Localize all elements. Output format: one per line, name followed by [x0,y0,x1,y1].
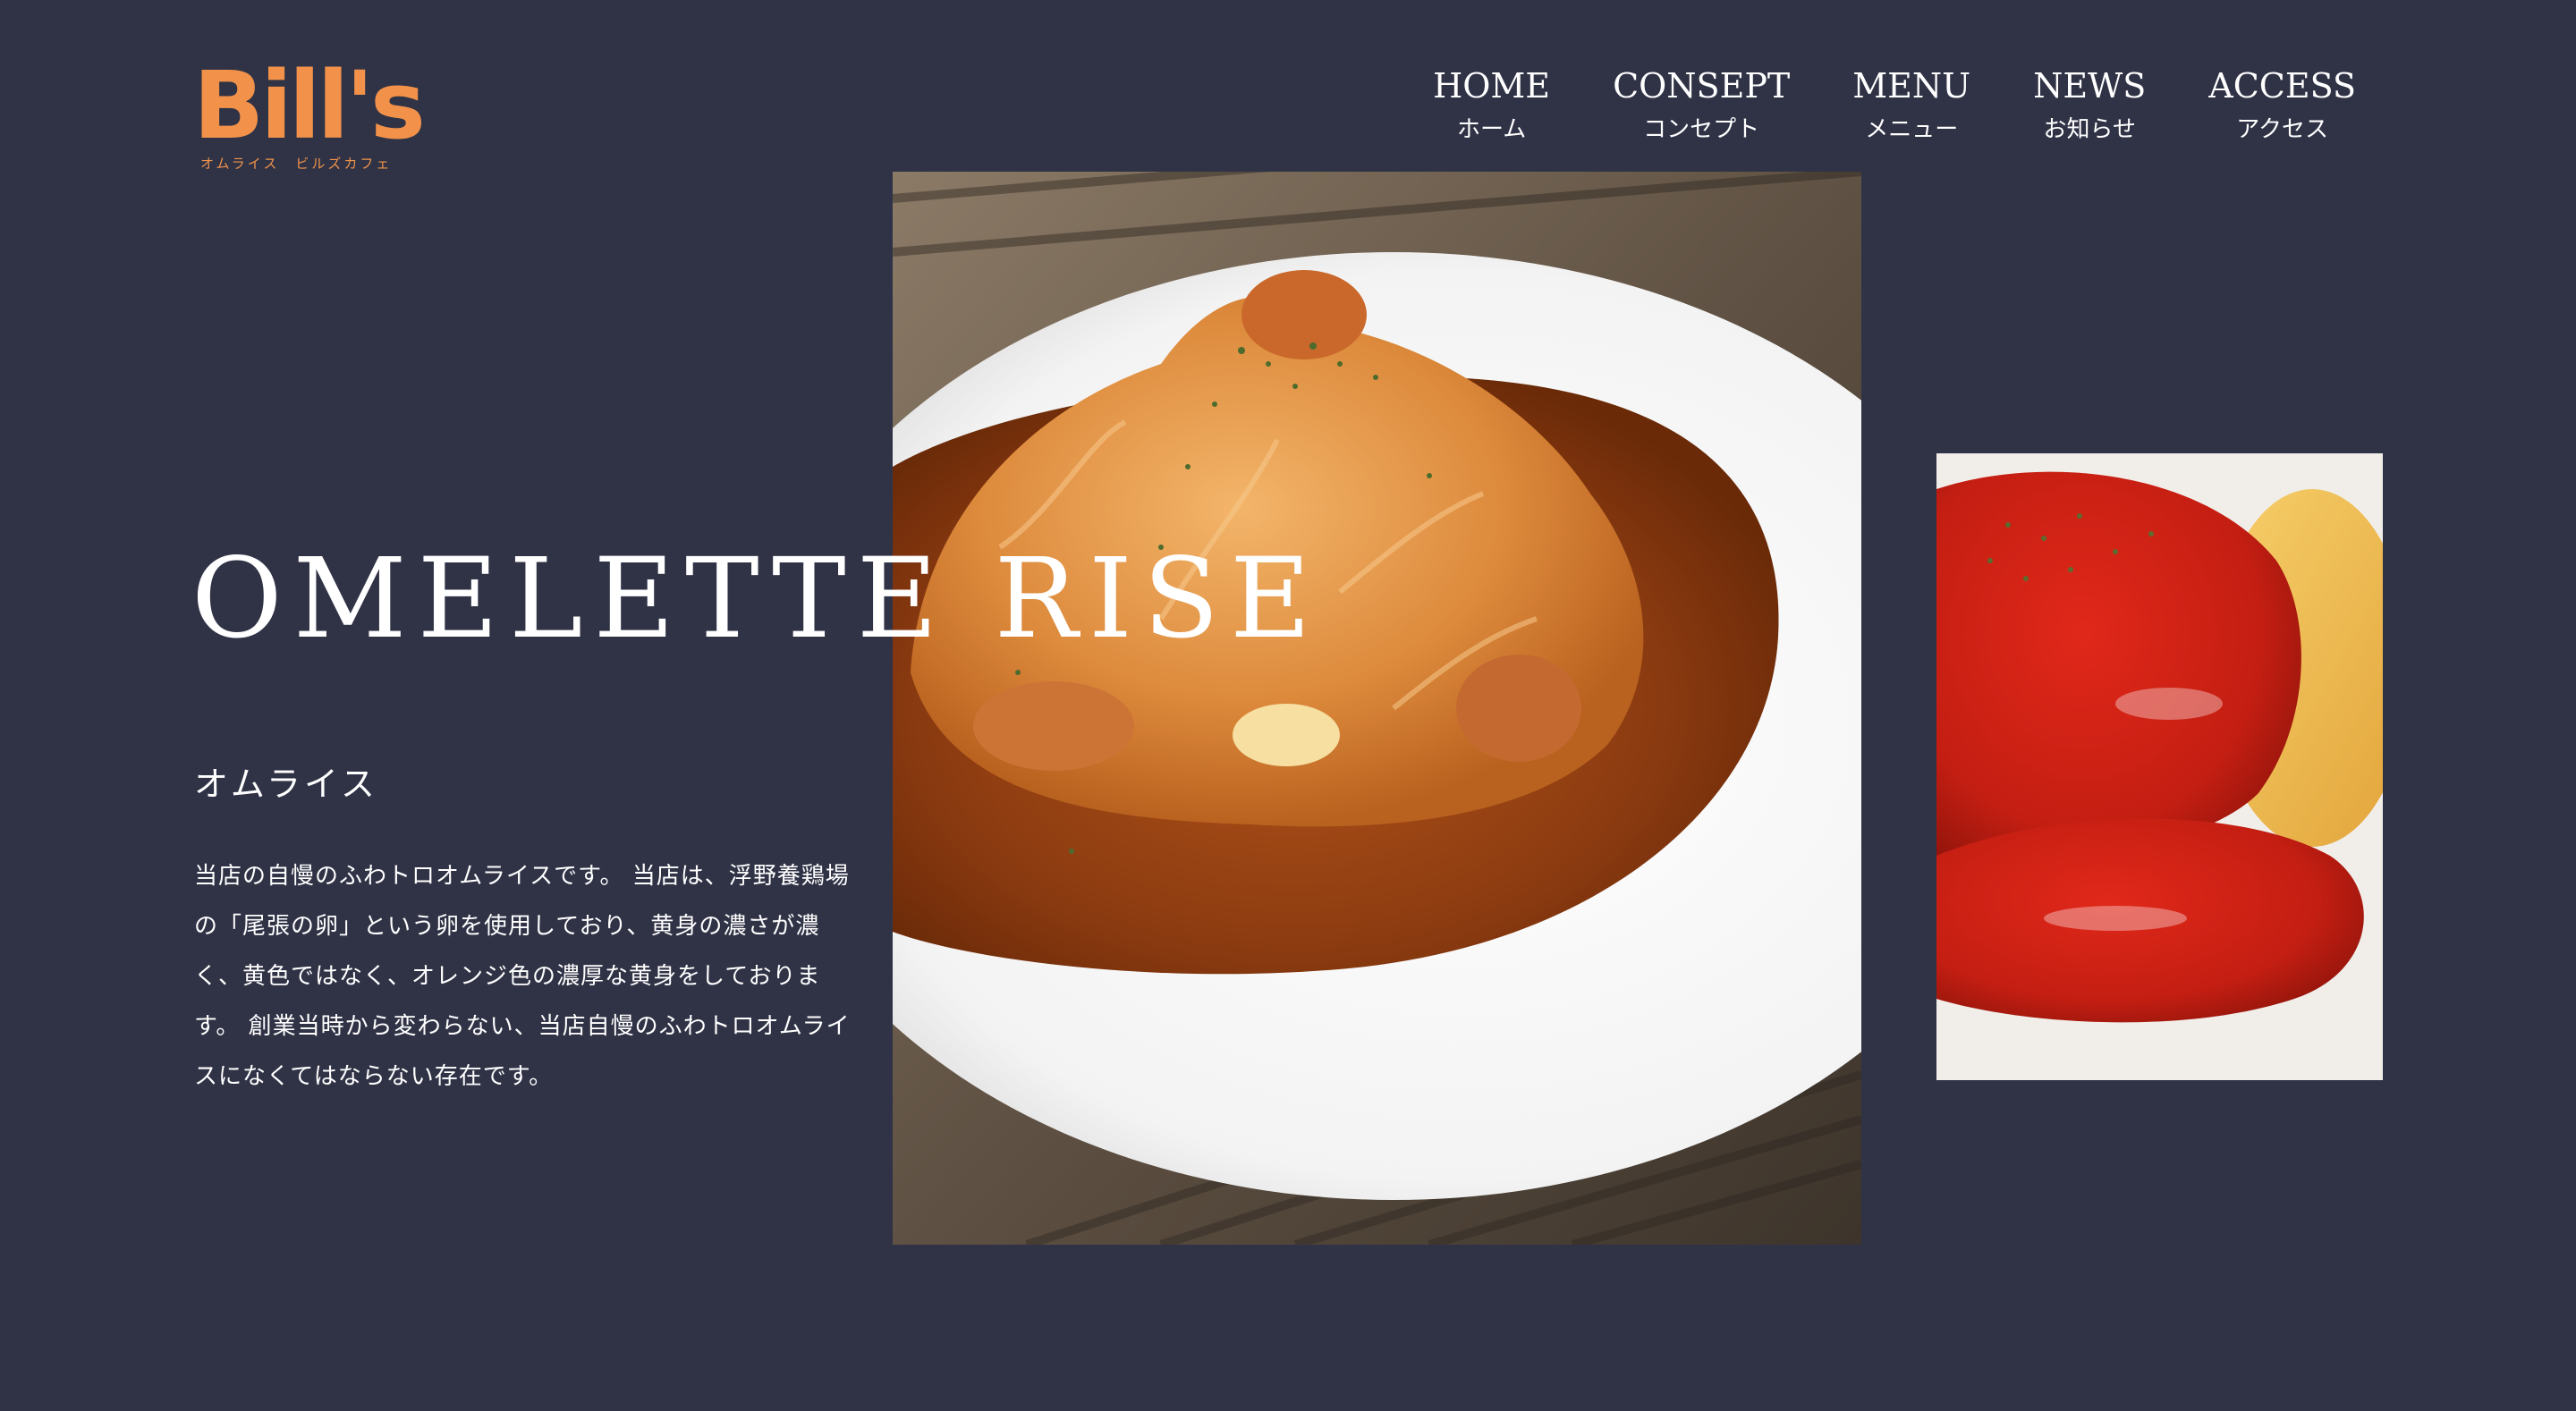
nav-item-access[interactable]: ACCESS アクセス [2208,61,2356,147]
nav-label-en: HOME [1433,66,1551,106]
nav-item-concept[interactable]: CONSEPT コンセプト [1613,61,1790,147]
nav-item-news[interactable]: NEWS お知らせ [2033,61,2146,147]
hero-title: OMELETTE RISE [191,535,1322,663]
nav-label-ja: メニュー [1865,116,1959,143]
hero-subtitle: オムライス [194,765,378,804]
logo-tagline: オムライス ビルズカフェ [200,156,393,172]
hero-description: 当店の自慢のふわトロオムライスです。 当店は、浮野養鶏場の「尾張の卵」という卵を… [194,863,851,1090]
nav-label-en: ACCESS [2208,66,2356,106]
nav-label-ja: ホーム [1456,116,1527,143]
hero-main-photo [893,172,1861,1245]
hero-side-photo [1936,453,2383,1080]
nav-label-ja: コンセプト [1643,116,1760,143]
nav-label-en: MENU [1852,66,1971,106]
logo-wordmark: Bill's [193,51,426,160]
main-nav: HOME ホーム CONSEPT コンセプト MENU メニュー NEWS お知… [1370,61,2356,147]
nav-label-ja: アクセス [2236,116,2328,143]
nav-item-menu[interactable]: MENU メニュー [1852,61,1970,147]
nav-item-home[interactable]: HOME ホーム [1433,61,1550,147]
nav-label-ja: お知らせ [2043,116,2136,143]
nav-label-en: CONSEPT [1613,66,1791,106]
nav-label-en: NEWS [2033,66,2147,106]
logo[interactable]: Bill's オムライス ビルズカフェ [193,52,426,177]
